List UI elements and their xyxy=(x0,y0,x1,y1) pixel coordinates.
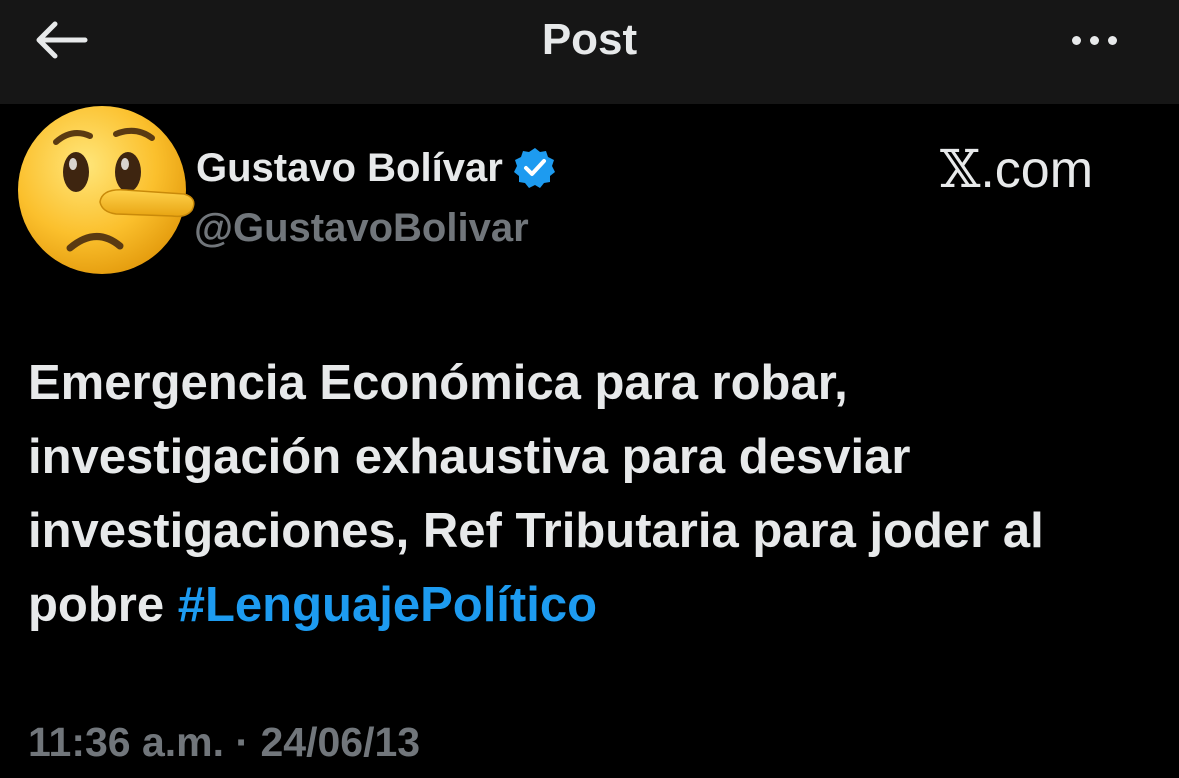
more-options-button[interactable] xyxy=(1054,12,1134,68)
back-button[interactable] xyxy=(26,12,96,68)
avatar[interactable] xyxy=(16,98,198,280)
post-timestamp[interactable]: 11:36 a.m. · 24/06/13 xyxy=(28,714,420,770)
author-name-row[interactable]: Gustavo Bolívar xyxy=(196,144,557,192)
post-text: Emergencia Económica para robar, investi… xyxy=(28,346,1158,642)
verified-badge-icon xyxy=(513,148,555,188)
watermark-text: .com xyxy=(980,141,1094,199)
arrow-left-icon xyxy=(36,21,88,59)
more-horizontal-icon xyxy=(1071,35,1081,45)
watermark: 𝕏.com xyxy=(940,140,1093,200)
hashtag-link[interactable]: #LenguajePolítico xyxy=(178,578,597,632)
more-dot xyxy=(1089,35,1099,45)
page-title: Post xyxy=(541,15,638,64)
lying-face-emoji-icon xyxy=(18,106,195,274)
top-bar: Post xyxy=(0,0,1179,104)
more-dot xyxy=(1107,35,1117,45)
x-logo-icon: 𝕏 xyxy=(940,140,981,200)
author-display-name[interactable]: Gustavo Bolívar xyxy=(196,144,503,192)
author-handle[interactable]: @GustavoBolivar xyxy=(194,204,529,252)
